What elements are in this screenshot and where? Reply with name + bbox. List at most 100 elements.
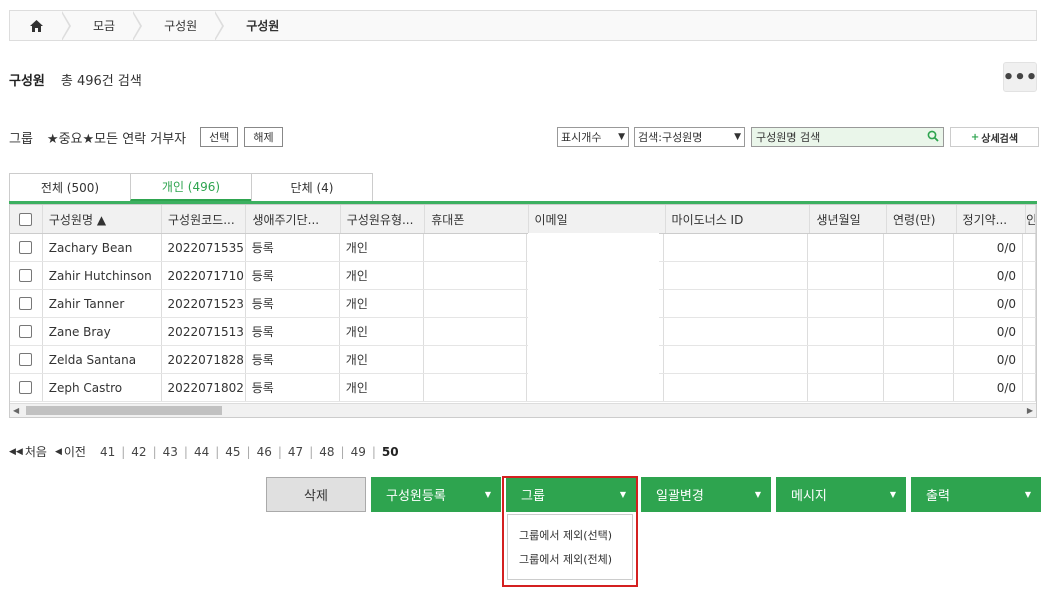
cell-code: 2022071710 <box>162 262 246 289</box>
row-checkbox <box>10 290 43 317</box>
column-header-age[interactable]: 연령(만) <box>887 205 957 233</box>
search-input[interactable]: 구성원명 검색 <box>751 127 944 147</box>
cell-age <box>884 262 954 289</box>
menu-item-remove-selected[interactable]: 그룹에서 제외(선택) <box>519 523 632 547</box>
row-checkbox[interactable] <box>19 269 33 282</box>
register-member-button[interactable]: 구성원등록 ▼ <box>371 477 501 512</box>
row-checkbox <box>10 374 43 401</box>
pager-first[interactable]: ◀◀ 처음 <box>9 443 47 460</box>
column-header-more[interactable]: 인 <box>1026 205 1036 233</box>
cell-birthdate <box>808 346 885 373</box>
pager-separator: | <box>277 444 282 459</box>
cell-code: 2022071513 <box>162 318 246 345</box>
row-checkbox <box>10 346 43 373</box>
cell-name: Zeph Castro <box>43 374 162 401</box>
cell-regular: 0/0 <box>954 262 1023 289</box>
column-header-mobile[interactable]: 휴대폰 <box>425 205 529 233</box>
caret-down-icon: ▼ <box>1024 490 1031 499</box>
table-row[interactable]: Zelda Santana 2022071828 등록 개인 0/0 <box>10 346 1036 374</box>
row-checkbox[interactable] <box>19 381 33 394</box>
pager-separator: | <box>152 444 157 459</box>
menu-item-remove-all[interactable]: 그룹에서 제외(전체) <box>519 547 632 571</box>
pager-page[interactable]: 41 <box>100 445 115 459</box>
table-row[interactable]: Zane Bray 2022071513 등록 개인 0/0 <box>10 318 1036 346</box>
pager-page[interactable]: 42 <box>131 445 146 459</box>
pager-separator: | <box>183 444 188 459</box>
pagination: ◀◀ 처음 ◀ 이전 41 | 42 | 43 | 44 | 45 | 46 | 47 | 48 | 49 | 50 <box>9 443 405 460</box>
cell-type: 개인 <box>340 234 424 261</box>
grid-header: 구성원명 ▲ 구성원코드... 생애주기단... 구성원유형... 휴대폰 이메… <box>10 205 1036 234</box>
home-icon[interactable] <box>10 11 62 40</box>
caret-down-icon: ▼ <box>484 490 491 499</box>
group-name: ★중요★모든 연락 거부자 <box>46 131 187 147</box>
pager-page[interactable]: 45 <box>225 445 240 459</box>
bulk-change-button[interactable]: 일괄변경 ▼ <box>641 477 771 512</box>
cell-age <box>884 318 954 345</box>
pager-page[interactable]: 47 <box>288 445 303 459</box>
pager-page[interactable]: 48 <box>319 445 334 459</box>
release-button[interactable]: 해제 <box>244 127 283 147</box>
column-header-lifecycle[interactable]: 생애주기단... <box>246 205 341 233</box>
scroll-right-icon[interactable]: ▶ <box>1027 406 1033 415</box>
search-field-select[interactable]: 검색:구성원명 ▼ <box>634 127 745 147</box>
scroll-left-icon[interactable]: ◀ <box>13 406 19 415</box>
cell-mydonors-id <box>664 234 809 261</box>
column-header-code[interactable]: 구성원코드... <box>162 205 247 233</box>
pager-separator: | <box>340 444 345 459</box>
cell-mydonors-id <box>664 262 809 289</box>
row-checkbox[interactable] <box>19 241 33 254</box>
column-header-regular[interactable]: 정기약... <box>957 205 1027 233</box>
pager-page[interactable]: 43 <box>163 445 178 459</box>
select-all-checkbox[interactable] <box>19 212 33 226</box>
breadcrumb-item-members[interactable]: 구성원 <box>142 11 215 40</box>
more-options-button[interactable]: ••• <box>1003 62 1037 92</box>
cell-lifecycle: 등록 <box>246 290 340 317</box>
cell-birthdate <box>808 262 885 289</box>
tab-organization[interactable]: 단체 (4) <box>251 173 373 201</box>
message-button[interactable]: 메시지 ▼ <box>776 477 906 512</box>
pager-page[interactable]: 46 <box>257 445 272 459</box>
cell-name: Zelda Santana <box>43 346 162 373</box>
select-button[interactable]: 선택 <box>200 127 239 147</box>
scroll-thumb[interactable] <box>26 406 222 415</box>
cell-lifecycle: 등록 <box>246 234 340 261</box>
cell-more <box>1023 290 1036 317</box>
search-icon[interactable] <box>927 130 939 145</box>
chevron-down-icon: ▼ <box>618 132 625 142</box>
table-row[interactable]: Zahir Tanner 2022071523 등록 개인 0/0 <box>10 290 1036 318</box>
column-header-mydonors-id[interactable]: 마이도너스 ID <box>666 205 811 233</box>
tab-individual[interactable]: 개인 (496) <box>130 173 252 201</box>
cell-code: 2022071828 <box>162 346 246 373</box>
cell-regular: 0/0 <box>954 374 1023 401</box>
row-checkbox <box>10 318 43 345</box>
column-header-name[interactable]: 구성원명 ▲ <box>43 205 162 233</box>
print-button[interactable]: 출력 ▼ <box>911 477 1041 512</box>
delete-button[interactable]: 삭제 <box>266 477 366 512</box>
tab-all[interactable]: 전체 (500) <box>9 173 131 201</box>
row-checkbox[interactable] <box>19 325 33 338</box>
table-row[interactable]: Zahir Hutchinson 2022071710 등록 개인 0/0 <box>10 262 1036 290</box>
cell-mobile <box>424 234 527 261</box>
horizontal-scrollbar[interactable]: ◀ ▶ <box>10 403 1036 417</box>
caret-down-icon: ▼ <box>754 490 761 499</box>
cell-regular: 0/0 <box>954 346 1023 373</box>
cell-code: 2022071523 <box>162 290 246 317</box>
pager-page[interactable]: 44 <box>194 445 209 459</box>
breadcrumb-item-fundraising[interactable]: 모금 <box>71 11 133 40</box>
display-count-select[interactable]: 표시개수 ▼ <box>557 127 629 147</box>
cell-more <box>1023 374 1036 401</box>
table-row[interactable]: Zeph Castro 2022071802 등록 개인 0/0 <box>10 374 1036 402</box>
first-page-icon: ◀◀ <box>9 446 23 457</box>
pager-current-page: 50 <box>381 444 399 459</box>
row-checkbox[interactable] <box>19 297 33 310</box>
column-header-type[interactable]: 구성원유형... <box>341 205 426 233</box>
pager-page[interactable]: 49 <box>351 445 366 459</box>
row-checkbox[interactable] <box>19 353 33 366</box>
table-row[interactable]: Zachary Bean 2022071535 등록 개인 0/0 <box>10 234 1036 262</box>
cell-more <box>1023 262 1036 289</box>
column-header-email[interactable]: 이메일 <box>529 205 666 233</box>
column-header-birthdate[interactable]: 생년월일 <box>810 205 887 233</box>
cell-code: 2022071802 <box>162 374 246 401</box>
detail-search-button[interactable]: + 상세검색 <box>950 127 1039 147</box>
pager-prev[interactable]: ◀ 이전 <box>55 443 86 460</box>
